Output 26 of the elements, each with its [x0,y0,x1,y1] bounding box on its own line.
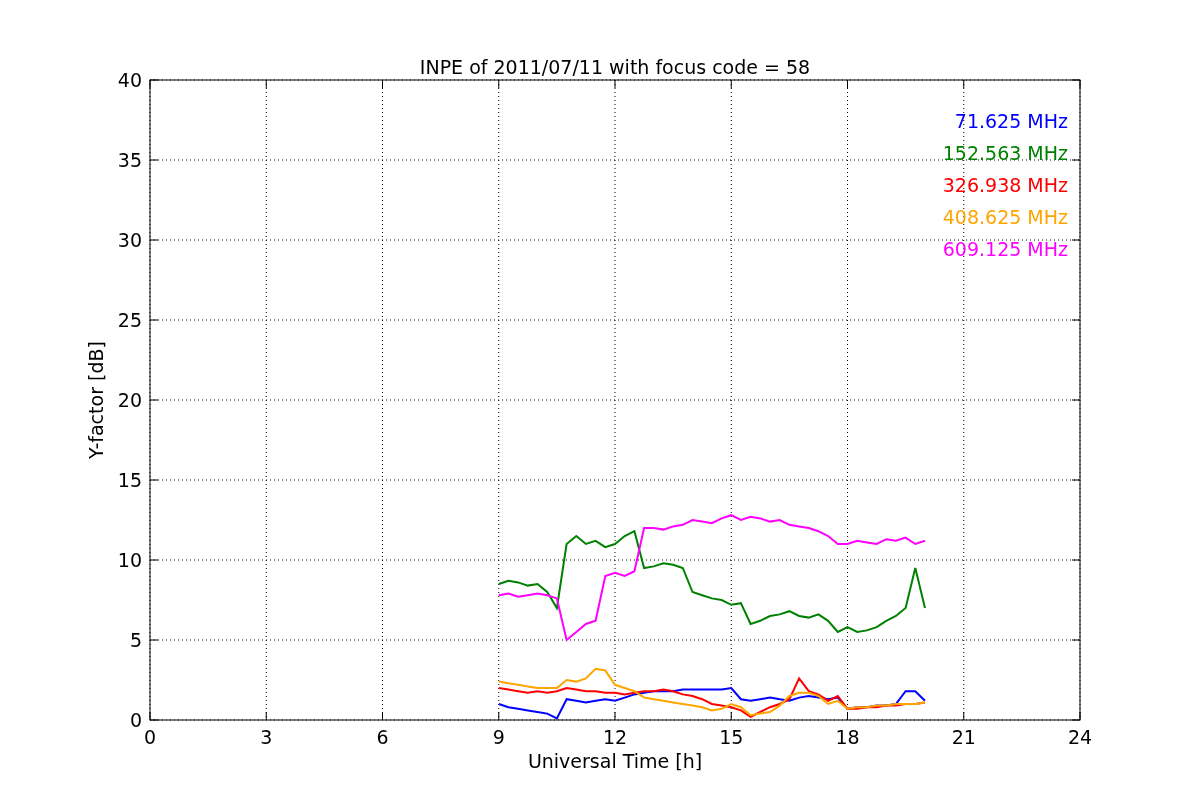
y-tick-label: 20 [117,389,142,411]
x-tick-label: 12 [602,726,628,748]
x-tick-label: 6 [376,726,389,748]
x-tick-label: 3 [260,726,273,748]
y-tick-label: 10 [117,549,142,571]
x-tick-label: 9 [492,726,505,748]
y-tick-label: 25 [117,309,142,331]
x-tick-label: 15 [719,726,744,748]
y-tick-label: 0 [129,709,142,731]
chart-title: INPE of 2011/07/11 with focus code = 58 [419,56,811,78]
x-axis-label: Universal Time [h] [527,750,703,772]
legend-label: 71.625 MHz [954,110,1068,132]
x-tick-label: 18 [835,726,860,748]
y-tick-label: 5 [129,629,142,651]
x-tick-label: 0 [143,726,157,748]
x-tick-label: 21 [951,726,976,748]
legend-label: 152.563 MHz [942,142,1068,164]
legend-label: 609.125 MHz [942,238,1068,260]
y-tick-label: 35 [117,149,142,171]
x-tick-label: 24 [1067,726,1093,748]
y-axis-label: Y-factor [dB] [85,341,107,459]
y-tick-label: 30 [117,229,142,251]
y-tick-label: 40 [117,69,142,91]
legend-label: 408.625 MHz [942,206,1068,228]
y-tick-label: 15 [117,469,142,491]
legend-label: 326.938 MHz [942,174,1068,196]
